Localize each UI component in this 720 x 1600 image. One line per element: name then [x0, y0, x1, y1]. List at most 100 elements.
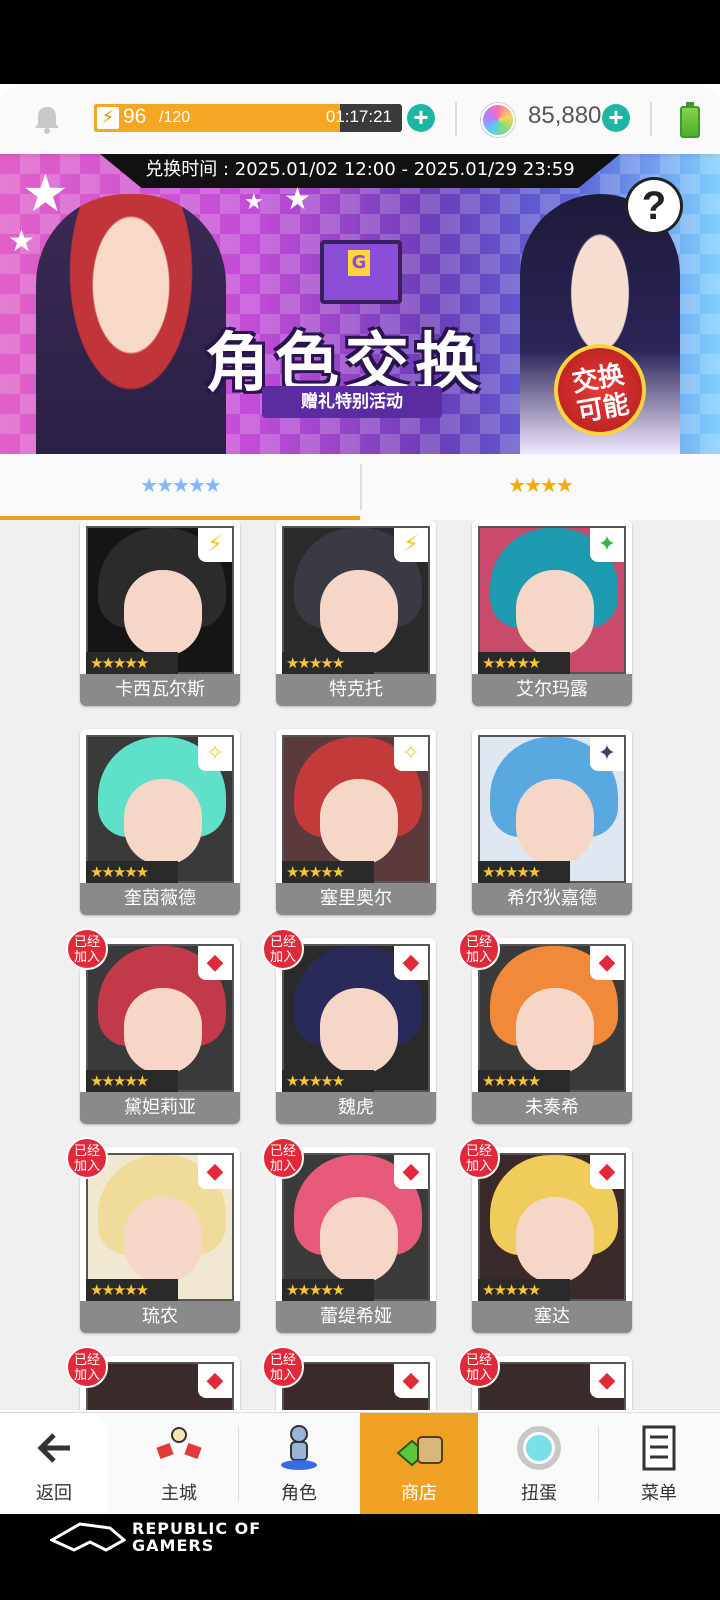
- character-name: 蕾缇希娅: [276, 1301, 436, 1333]
- character-name: 黛妲莉亚: [80, 1092, 240, 1124]
- nav-divider: [598, 1427, 599, 1501]
- rarity-stars: ★★★★★: [478, 1070, 570, 1092]
- character-name: 魏虎: [276, 1092, 436, 1124]
- character-name: 艾尔玛露: [472, 674, 632, 706]
- element-icon: ✦: [590, 737, 624, 771]
- energy-current: 96: [123, 105, 147, 128]
- character-card[interactable]: ◆ ★★★★★ 塞达 已经 加入: [458, 1137, 632, 1333]
- divider: [650, 102, 652, 136]
- joined-badge: 已经 加入: [66, 928, 108, 970]
- element-icon: ✧: [198, 737, 232, 771]
- envelope-icon: [320, 240, 402, 304]
- element-icon: ✧: [394, 737, 428, 771]
- character-name: 卡西瓦尔斯: [80, 674, 240, 706]
- energy-max: /120: [159, 109, 191, 126]
- tab-five-star[interactable]: ★★★★★: [0, 454, 360, 520]
- tab-four-star[interactable]: ★★★★: [360, 454, 720, 520]
- rarity-stars: ★★★★★: [282, 652, 374, 674]
- joined-badge: 已经 加入: [262, 1346, 304, 1388]
- character-portrait: ◆: [86, 1362, 234, 1410]
- portrait-face: [320, 779, 398, 865]
- shop-bag-icon: [396, 1436, 443, 1467]
- element-icon: ◆: [198, 946, 232, 980]
- rarity-stars: ★★★★★: [86, 1070, 178, 1092]
- nav-label: 扭蛋: [521, 1483, 557, 1504]
- add-energy-button[interactable]: +: [407, 104, 435, 132]
- bottom-nav: 返回 主城 角色 商店 扭蛋 菜单: [0, 1412, 720, 1515]
- element-icon: ⚡: [394, 528, 428, 562]
- star-icon: ★: [284, 182, 311, 217]
- character-card[interactable]: ◆ 已经 加入: [262, 1346, 436, 1410]
- joined-badge: 已经 加入: [262, 1137, 304, 1179]
- rog-logo-icon: [48, 1522, 127, 1552]
- arrow-left-icon: [37, 1433, 70, 1463]
- tab-label: ★★★★: [508, 473, 574, 497]
- character-card[interactable]: ◆ ★★★★★ 黛妲莉亚 已经 加入: [66, 928, 240, 1124]
- nav-character[interactable]: 角色: [240, 1413, 358, 1515]
- castle-icon: [156, 1427, 202, 1460]
- character-card[interactable]: ◆ ★★★★★ 魏虎 已经 加入: [262, 928, 436, 1124]
- character-name: 未奏希: [472, 1092, 632, 1124]
- character-portrait: ◆: [282, 1362, 430, 1410]
- portrait-face: [124, 570, 202, 656]
- element-icon: ◆: [394, 1364, 428, 1398]
- joined-badge: 已经 加入: [262, 928, 304, 970]
- character-card[interactable]: ⚡ ★★★★★ 特克托: [276, 520, 436, 706]
- nav-gacha[interactable]: 扭蛋: [480, 1413, 598, 1515]
- character-card[interactable]: ◆ 已经 加入: [66, 1346, 240, 1410]
- badge-label: 交换 可能: [569, 359, 632, 429]
- add-gem-button[interactable]: +: [602, 104, 630, 132]
- character-name: 塞里奥尔: [276, 883, 436, 915]
- joined-badge: 已经 加入: [458, 928, 500, 970]
- character-card[interactable]: ⚡ ★★★★★ 卡西瓦尔斯: [80, 520, 240, 706]
- character-card[interactable]: ✧ ★★★★★ 塞里奥尔: [276, 729, 436, 915]
- energy-timer: 01:17:21: [325, 107, 392, 126]
- portrait-face: [516, 1197, 594, 1283]
- rarity-stars: ★★★★★: [478, 861, 570, 883]
- character-card[interactable]: ✦ ★★★★★ 希尔狄嘉德: [472, 729, 632, 915]
- figure-icon: [281, 1425, 317, 1470]
- back-button[interactable]: 返回: [0, 1413, 108, 1515]
- character-card[interactable]: ◆ ★★★★★ 琉农 已经 加入: [66, 1137, 240, 1333]
- character-card[interactable]: ◆ ★★★★★ 蕾缇希娅 已经 加入: [262, 1137, 436, 1333]
- nav-menu[interactable]: 菜单: [600, 1413, 718, 1515]
- nav-shop[interactable]: 商店: [360, 1413, 478, 1515]
- rog-watermark: REPUBLIC OF GAMERS: [48, 1519, 350, 1560]
- character-name: 特克托: [276, 674, 436, 706]
- bell-icon[interactable]: [30, 102, 64, 136]
- rarity-tabs: ★★★★★ ★★★★: [0, 454, 720, 522]
- exchange-period: 兑换时间 : 2025.01/02 12:00 - 2025.01/29 23:…: [100, 154, 620, 188]
- nav-label: 菜单: [641, 1483, 677, 1504]
- joined-badge: 已经 加入: [66, 1346, 108, 1388]
- watermark-line1: REPUBLIC OF: [132, 1519, 262, 1538]
- element-icon: ◆: [198, 1155, 232, 1189]
- element-icon: ◆: [590, 946, 624, 980]
- tab-label: ★★★★★: [140, 473, 222, 497]
- menu-list-icon: [642, 1425, 676, 1471]
- rarity-stars: ★★★★★: [478, 652, 570, 674]
- character-card[interactable]: ✧ ★★★★★ 奎茵薇德: [80, 729, 240, 915]
- event-banner: 兑换时间 : 2025.01/02 12:00 - 2025.01/29 23:…: [0, 154, 720, 454]
- portrait-face: [124, 1197, 202, 1283]
- character-card[interactable]: ◆ ★★★★★ 未奏希 已经 加入: [458, 928, 632, 1124]
- character-portrait: ◆: [478, 1362, 626, 1410]
- nav-label: 返回: [36, 1483, 72, 1504]
- battery-icon: [680, 102, 700, 138]
- star-icon: ★: [244, 190, 264, 215]
- banner-subtitle: 赠礼特别活动: [262, 386, 442, 418]
- rarity-stars: ★★★★★: [282, 861, 374, 883]
- divider: [455, 102, 457, 136]
- lightning-icon: ⚡: [97, 107, 119, 129]
- nav-label: 角色: [281, 1483, 317, 1504]
- rarity-stars: ★★★★★: [282, 1279, 374, 1301]
- character-name: 塞达: [472, 1301, 632, 1333]
- character-card[interactable]: ✦ ★★★★★ 艾尔玛露: [472, 520, 632, 706]
- nav-main-city[interactable]: 主城: [120, 1413, 238, 1515]
- help-button[interactable]: ?: [628, 180, 680, 232]
- joined-badge: 已经 加入: [458, 1137, 500, 1179]
- character-card[interactable]: ◆ 已经 加入: [458, 1346, 632, 1410]
- element-icon: ◆: [198, 1364, 232, 1398]
- rarity-stars: ★★★★★: [86, 861, 178, 883]
- character-name: 琉农: [80, 1301, 240, 1333]
- joined-badge: 已经 加入: [66, 1137, 108, 1179]
